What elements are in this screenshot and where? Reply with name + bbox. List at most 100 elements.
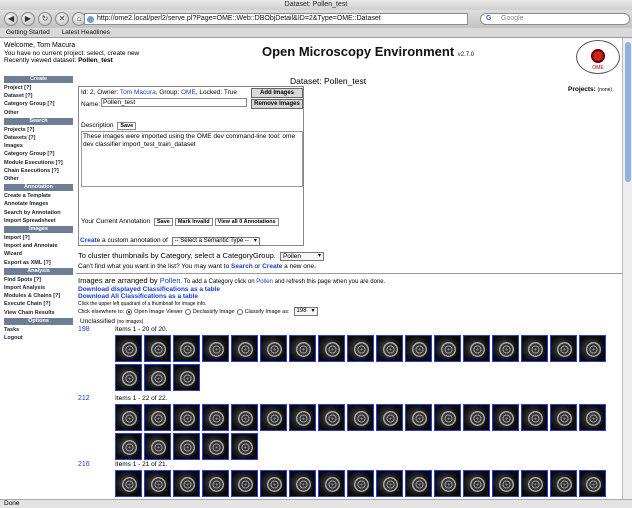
add-images-button[interactable]: Add Images xyxy=(251,88,303,98)
recently-viewed-link[interactable]: Pollen_test xyxy=(78,57,113,64)
sidebar-item[interactable]: Chain Executions [?] xyxy=(4,167,73,175)
view-all-annotations-button[interactable]: View all 0 Annotations xyxy=(214,218,279,226)
image-thumbnail[interactable] xyxy=(289,470,316,497)
image-thumbnail[interactable] xyxy=(463,335,490,362)
sidebar-item[interactable]: Datasets [?] xyxy=(4,134,73,142)
image-thumbnail[interactable] xyxy=(144,404,171,431)
sidebar-item[interactable]: Projects [?] xyxy=(4,126,73,134)
image-thumbnail[interactable] xyxy=(173,433,200,460)
save-description-button[interactable]: Save xyxy=(117,122,137,130)
image-thumbnail[interactable] xyxy=(260,470,287,497)
bookmark-latest-headlines[interactable]: Latest Headlines xyxy=(62,29,110,36)
image-thumbnail[interactable] xyxy=(463,470,490,497)
back-icon[interactable]: ◀ xyxy=(4,12,18,26)
categorygroup-select[interactable]: Pollen xyxy=(279,252,325,261)
image-thumbnail[interactable] xyxy=(318,404,345,431)
image-thumbnail[interactable] xyxy=(550,335,577,362)
image-thumbnail[interactable] xyxy=(492,404,519,431)
description-textarea[interactable]: These images were imported using the OME… xyxy=(81,131,303,187)
image-thumbnail[interactable] xyxy=(173,335,200,362)
classify-radio[interactable] xyxy=(236,308,243,315)
image-thumbnail[interactable] xyxy=(115,433,142,460)
image-thumbnail[interactable] xyxy=(376,404,403,431)
image-thumbnail[interactable] xyxy=(405,404,432,431)
image-thumbnail[interactable] xyxy=(463,404,490,431)
sidebar-item[interactable]: Logout xyxy=(4,334,73,342)
image-thumbnail[interactable] xyxy=(579,404,606,431)
search-link[interactable]: Search xyxy=(231,263,253,270)
semantic-type-select[interactable]: -- Select a Semantic Type -- xyxy=(171,237,260,246)
sidebar-item[interactable]: Export as XML [?] xyxy=(4,259,73,267)
address-bar[interactable]: http://ome2.local/perl2/serve.pl?Page=OM… xyxy=(84,13,468,25)
pollen-link[interactable]: Pollen xyxy=(160,276,181,285)
category-link[interactable]: 198 xyxy=(78,326,90,333)
image-thumbnail[interactable] xyxy=(144,433,171,460)
image-thumbnail[interactable] xyxy=(231,470,258,497)
image-thumbnail[interactable] xyxy=(492,335,519,362)
image-thumbnail[interactable] xyxy=(115,335,142,362)
image-thumbnail[interactable] xyxy=(579,335,606,362)
image-thumbnail[interactable] xyxy=(405,470,432,497)
mark-invalid-button[interactable]: Mark Invalid xyxy=(174,218,213,226)
sidebar-item[interactable]: Import Spreadsheet xyxy=(4,217,73,225)
image-thumbnail[interactable] xyxy=(405,335,432,362)
download-all-link[interactable]: Download All Classifications as a table xyxy=(78,293,198,300)
sidebar-item[interactable]: Create a Template xyxy=(4,192,73,200)
image-thumbnail[interactable] xyxy=(347,470,374,497)
image-thumbnail[interactable] xyxy=(144,364,171,391)
image-thumbnail[interactable] xyxy=(231,433,258,460)
sidebar-item[interactable]: Search by Annotation xyxy=(4,209,73,217)
image-thumbnail[interactable] xyxy=(231,335,258,362)
create-categorygroup-link[interactable]: Create xyxy=(262,263,282,270)
sidebar-item[interactable]: Dataset [?] xyxy=(4,92,73,100)
sidebar-item[interactable]: Modules & Chains [?] xyxy=(4,292,73,300)
image-thumbnail[interactable] xyxy=(521,470,548,497)
sidebar-item[interactable]: Find Spots [?] xyxy=(4,276,73,284)
image-thumbnail[interactable] xyxy=(434,335,461,362)
sidebar-item[interactable]: Import Analysis xyxy=(4,284,73,292)
forward-icon[interactable]: ▶ xyxy=(21,12,35,26)
name-field[interactable]: Pollen_test xyxy=(101,98,247,107)
image-thumbnail[interactable] xyxy=(550,404,577,431)
image-thumbnail[interactable] xyxy=(434,404,461,431)
image-thumbnail[interactable] xyxy=(173,404,200,431)
scrollbar-thumb[interactable] xyxy=(625,42,631,182)
sidebar-item[interactable]: View Chain Results xyxy=(4,309,73,317)
image-thumbnail[interactable] xyxy=(115,470,142,497)
image-thumbnail[interactable] xyxy=(347,335,374,362)
sidebar-item[interactable]: Tasks xyxy=(4,326,73,334)
stop-icon[interactable]: ✕ xyxy=(55,12,69,26)
vertical-scrollbar[interactable] xyxy=(622,38,632,499)
bookmark-getting-started[interactable]: Getting Started xyxy=(6,29,50,36)
sidebar-item[interactable]: Wizard xyxy=(4,250,73,258)
image-thumbnail[interactable] xyxy=(521,335,548,362)
sidebar-item[interactable]: Import and Annotate xyxy=(4,242,73,250)
image-thumbnail[interactable] xyxy=(202,433,229,460)
image-thumbnail[interactable] xyxy=(173,364,200,391)
image-thumbnail[interactable] xyxy=(115,364,142,391)
image-thumbnail[interactable] xyxy=(202,404,229,431)
image-thumbnail[interactable] xyxy=(550,470,577,497)
image-thumbnail[interactable] xyxy=(376,470,403,497)
image-thumbnail[interactable] xyxy=(492,470,519,497)
sidebar-item[interactable]: Other xyxy=(4,175,73,183)
image-thumbnail[interactable] xyxy=(347,404,374,431)
search-input[interactable]: G Google xyxy=(480,13,630,25)
pollen-link-2[interactable]: Pollen xyxy=(256,279,273,285)
save-annotation-button[interactable]: Save xyxy=(153,218,173,226)
sidebar-item[interactable]: Import [?] xyxy=(4,234,73,242)
image-thumbnail[interactable] xyxy=(144,335,171,362)
no-project-text[interactable]: You have no current project: select, cre… xyxy=(4,50,204,58)
image-thumbnail[interactable] xyxy=(289,335,316,362)
image-thumbnail[interactable] xyxy=(434,470,461,497)
image-thumbnail[interactable] xyxy=(144,470,171,497)
download-displayed-link[interactable]: Download displayed Classifications as a … xyxy=(78,286,220,293)
image-thumbnail[interactable] xyxy=(231,404,258,431)
owner-link[interactable]: Tom Macura xyxy=(120,89,156,96)
image-thumbnail[interactable] xyxy=(318,335,345,362)
image-thumbnail[interactable] xyxy=(202,470,229,497)
sidebar-item[interactable]: Execute Chain [?] xyxy=(4,300,73,308)
image-thumbnail[interactable] xyxy=(289,404,316,431)
sidebar-item[interactable]: Category Group [?] xyxy=(4,100,73,108)
sidebar-item[interactable]: Category Group [?] xyxy=(4,150,73,158)
